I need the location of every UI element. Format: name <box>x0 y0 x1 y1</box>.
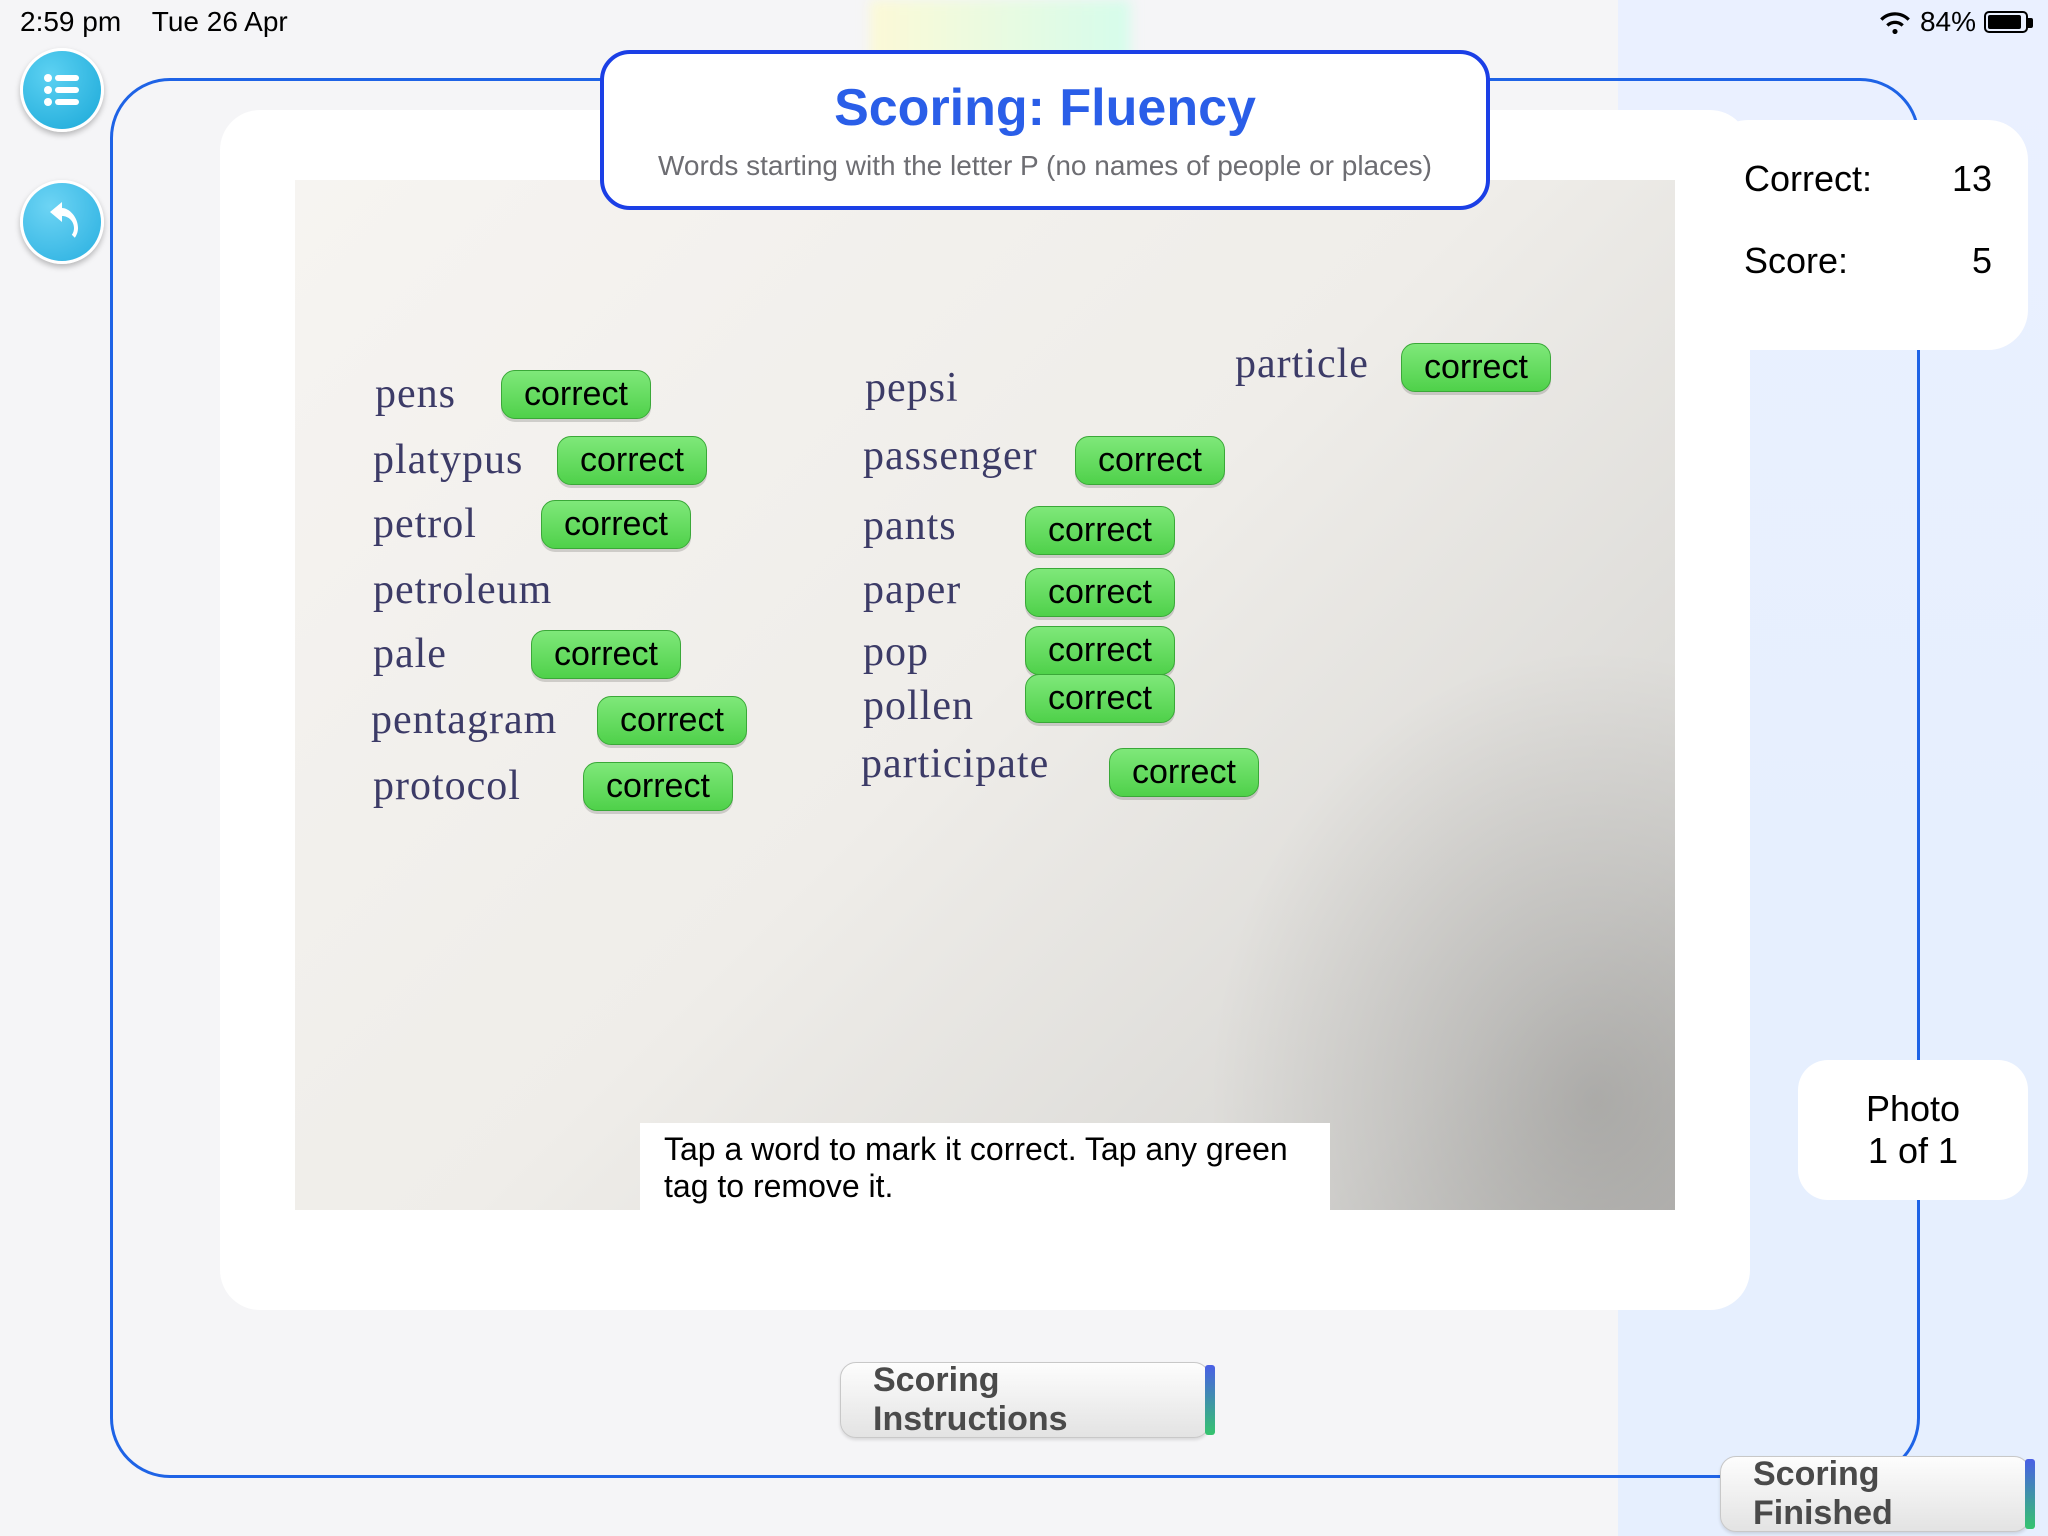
status-time-text: 2:59 pm <box>20 6 121 37</box>
correct-tag[interactable]: correct <box>1025 626 1175 675</box>
correct-tag[interactable]: correct <box>1401 343 1551 392</box>
header-banner: Scoring: Fluency Words starting with the… <box>600 50 1490 210</box>
score-panel: Correct: 13 Score: 5 <box>1708 120 2028 350</box>
photo-tab-count: 1 of 1 <box>1868 1130 1958 1172</box>
correct-tag[interactable]: correct <box>1025 674 1175 723</box>
correct-tag[interactable]: correct <box>1025 506 1175 555</box>
status-date-text: Tue 26 Apr <box>152 6 288 37</box>
handwritten-word[interactable]: particle <box>1235 340 1369 388</box>
button-accent-stripe <box>2025 1459 2035 1529</box>
page-subtitle: Words starting with the letter P (no nam… <box>658 150 1432 182</box>
handwritten-word[interactable]: passenger <box>863 432 1038 480</box>
handwritten-word[interactable]: paper <box>863 566 961 614</box>
handwritten-word[interactable]: pentagram <box>371 696 557 744</box>
correct-tag[interactable]: correct <box>583 762 733 811</box>
wifi-icon <box>1878 9 1912 35</box>
hint-text: Tap a word to mark it correct. Tap any g… <box>640 1123 1330 1210</box>
correct-tag[interactable]: correct <box>1075 436 1225 485</box>
handwritten-word[interactable]: pants <box>863 502 957 550</box>
correct-tag[interactable]: correct <box>541 500 691 549</box>
handwritten-word[interactable]: pens <box>375 370 456 418</box>
handwritten-word[interactable]: petroleum <box>373 566 552 614</box>
menu-list-button[interactable] <box>20 48 104 132</box>
handwritten-word[interactable]: pale <box>373 630 447 678</box>
correct-tag[interactable]: correct <box>597 696 747 745</box>
photo-tab-title: Photo <box>1866 1088 1960 1130</box>
undo-icon <box>38 198 86 246</box>
correct-tag[interactable]: correct <box>1025 568 1175 617</box>
battery-icon <box>1984 11 2028 33</box>
correct-tag[interactable]: correct <box>531 630 681 679</box>
page-title: Scoring: Fluency <box>834 78 1256 138</box>
correct-label: Correct: <box>1744 158 1872 200</box>
list-icon <box>38 66 86 114</box>
handwritten-word[interactable]: participate <box>861 740 1049 788</box>
photo-tab[interactable]: Photo 1 of 1 <box>1798 1060 2028 1200</box>
status-time: 2:59 pm Tue 26 Apr <box>20 6 288 38</box>
correct-tag[interactable]: correct <box>501 370 651 419</box>
button-accent-stripe <box>1205 1365 1215 1435</box>
handwritten-word[interactable]: pepsi <box>865 364 959 412</box>
correct-tag[interactable]: correct <box>1109 748 1259 797</box>
handwritten-word[interactable]: pollen <box>863 682 974 730</box>
scoring-instructions-label: Scoring Instructions <box>873 1361 1177 1439</box>
handwritten-word[interactable]: platypus <box>373 436 523 484</box>
scoring-instructions-button[interactable]: Scoring Instructions <box>840 1362 1210 1438</box>
battery-percent: 84% <box>1920 6 1976 38</box>
undo-button[interactable] <box>20 180 104 264</box>
photo-canvas[interactable]: Tap a word to mark it correct. Tap any g… <box>295 180 1675 1210</box>
correct-value: 13 <box>1952 158 1992 200</box>
handwritten-word[interactable]: petrol <box>373 500 477 548</box>
status-bar: 2:59 pm Tue 26 Apr 84% <box>0 0 2048 44</box>
score-value: 5 <box>1972 240 1992 282</box>
score-label: Score: <box>1744 240 1848 282</box>
photo-area: Tap a word to mark it correct. Tap any g… <box>220 110 1750 1310</box>
correct-tag[interactable]: correct <box>557 436 707 485</box>
scoring-finished-button[interactable]: Scoring Finished <box>1720 1456 2030 1532</box>
scoring-finished-label: Scoring Finished <box>1753 1455 1997 1533</box>
handwritten-word[interactable]: pop <box>863 628 929 676</box>
handwritten-word[interactable]: protocol <box>373 762 521 810</box>
